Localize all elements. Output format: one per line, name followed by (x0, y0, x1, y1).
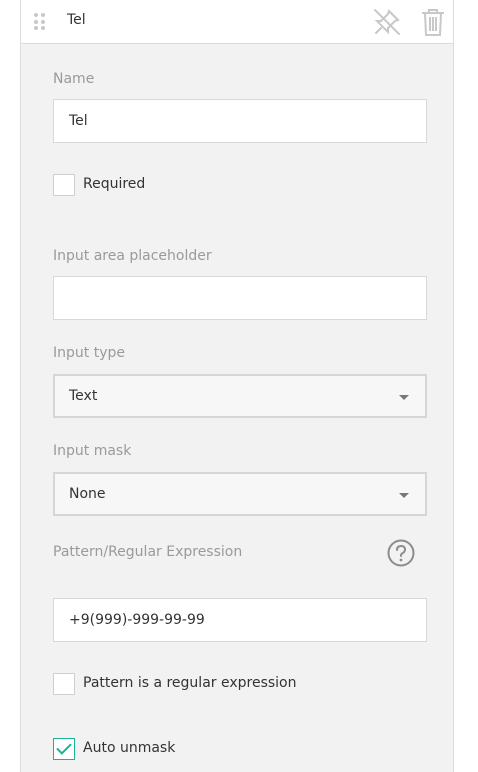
required-label: Required (83, 176, 146, 192)
input-type-label: Input type (53, 345, 125, 361)
input-type-value: Text (69, 388, 98, 404)
pattern-input[interactable]: +9(999)-999-99-99 (53, 598, 427, 642)
chevron-down-icon (399, 493, 409, 498)
required-checkbox[interactable] (53, 174, 75, 196)
input-mask-value: None (69, 486, 106, 502)
unpin-icon[interactable] (371, 6, 403, 38)
input-mask-select[interactable]: None (53, 472, 427, 516)
panel-header: Tel (21, 0, 453, 44)
input-type-select[interactable]: Text (53, 374, 427, 418)
auto-unmask-label: Auto unmask (83, 740, 176, 756)
field-editor-panel: Tel Name Tel Required Input area placeho… (20, 0, 454, 772)
pattern-regex-label: Pattern is a regular expression (83, 675, 297, 691)
checkmark-icon (56, 739, 72, 755)
question-circle-icon[interactable] (386, 538, 416, 568)
drag-handle-icon[interactable] (34, 13, 48, 31)
trash-icon[interactable] (417, 6, 449, 38)
auto-unmask-checkbox[interactable] (53, 738, 75, 760)
chevron-down-icon (399, 395, 409, 400)
pattern-regex-checkbox[interactable] (53, 673, 75, 695)
name-label: Name (53, 71, 95, 87)
placeholder-label: Input area placeholder (53, 248, 212, 264)
placeholder-input[interactable] (53, 276, 427, 320)
pattern-label: Pattern/Regular Expression (53, 544, 243, 560)
field-title: Tel (67, 12, 86, 28)
input-mask-label: Input mask (53, 443, 132, 459)
page: Tel Name Tel Required Input area placeho… (0, 0, 478, 772)
name-input[interactable]: Tel (53, 99, 427, 143)
